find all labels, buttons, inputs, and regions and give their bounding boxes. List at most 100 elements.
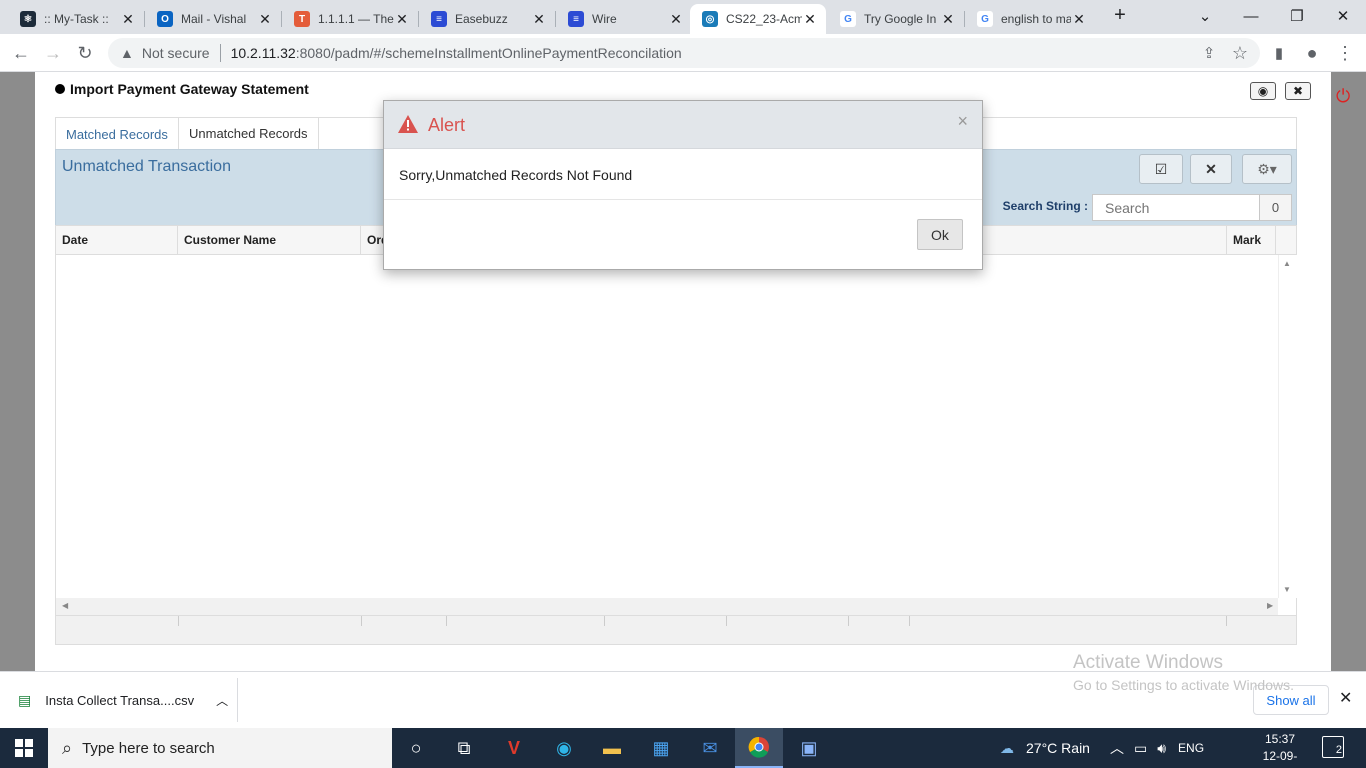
chevron-up-icon[interactable]: ︿ xyxy=(1110,738,1124,758)
scroll-left-icon[interactable]: ◀ xyxy=(62,601,68,610)
system-tray: ☁ 27°C Rain ︿ ▭ 🔊︎ ENG xyxy=(1000,728,1204,768)
browser-tab-active[interactable]: ◎ CS22_23-Acm ✕ xyxy=(690,4,826,34)
side-panel-icon[interactable]: ▮ xyxy=(1264,38,1294,68)
profile-avatar-icon[interactable]: ● xyxy=(1297,38,1327,68)
csv-file-icon: ▤ xyxy=(18,691,32,708)
google-icon: G xyxy=(840,11,856,27)
check-button[interactable]: ☑ xyxy=(1139,154,1183,184)
close-icon[interactable]: ✕ xyxy=(531,11,547,28)
clock[interactable]: 15:37 12-09-2022 xyxy=(1250,731,1310,768)
outlook-icon: O xyxy=(157,11,173,27)
wire-icon: ≡ xyxy=(568,11,584,27)
chrome-icon[interactable] xyxy=(735,728,783,768)
alert-title: Alert xyxy=(428,115,466,135)
language-indicator[interactable]: ENG xyxy=(1178,741,1204,755)
volume-icon[interactable]: 🔊︎ xyxy=(1157,740,1166,757)
close-icon[interactable]: ✕ xyxy=(1071,11,1087,28)
activate-windows-watermark: Activate Windows Go to Settings to activ… xyxy=(1073,652,1294,693)
horizontal-scrollbar[interactable]: ◀ ▶ xyxy=(56,598,1278,615)
search-input[interactable] xyxy=(1092,194,1260,221)
mail-icon[interactable]: ✉ xyxy=(686,728,734,768)
search-count: 0 xyxy=(1259,194,1292,221)
grid-footer xyxy=(55,615,1297,645)
weather-icon: ☁ xyxy=(1000,739,1014,756)
browser-toolbar: ← → ↻ ▲ Not secure 10.2.11.32:8080/padm/… xyxy=(0,34,1366,72)
notification-center-icon[interactable]: 2 xyxy=(1322,736,1344,758)
network-icon[interactable]: ▭ xyxy=(1134,740,1147,757)
weather-text[interactable]: 27°C Rain xyxy=(1026,740,1090,756)
window-close-button[interactable]: ✕ xyxy=(1320,0,1366,32)
browser-tab[interactable]: ⚛ :: My-Task :: ✕ xyxy=(8,4,144,34)
tab-unmatched-records[interactable]: Unmatched Records xyxy=(178,117,319,150)
browser-tab[interactable]: G Try Google In ✕ xyxy=(828,4,964,34)
scroll-down-icon[interactable]: ▼ xyxy=(1283,585,1291,594)
ok-button[interactable]: Ok xyxy=(917,219,963,250)
edge-icon[interactable]: ◉ xyxy=(540,728,588,768)
new-tab-button[interactable]: + xyxy=(1108,4,1132,30)
react-icon: ⚛ xyxy=(20,11,36,27)
modal-title: Import Payment Gateway Statement xyxy=(55,81,309,97)
close-icon[interactable]: ✕ xyxy=(257,11,273,28)
column-customer-name[interactable]: Customer Name xyxy=(178,226,361,254)
scroll-up-icon[interactable]: ▲ xyxy=(1283,259,1291,268)
close-icon[interactable]: ✕ xyxy=(668,11,684,28)
not-secure-label: Not secure xyxy=(141,45,210,61)
url-path: :8080/padm/#/schemeInstallmentOnlinePaym… xyxy=(295,45,682,61)
browser-tab[interactable]: G english to ma ✕ xyxy=(965,4,1095,34)
alert-close-icon[interactable]: × xyxy=(957,111,968,132)
clear-button[interactable]: ✕ xyxy=(1190,154,1232,184)
scroll-right-icon[interactable]: ▶ xyxy=(1267,601,1273,610)
close-icon[interactable]: ✕ xyxy=(394,11,410,28)
alert-dialog: Alert × Sorry,Unmatched Records Not Foun… xyxy=(383,100,983,270)
close-icon[interactable]: ✕ xyxy=(940,11,956,28)
file-explorer-icon[interactable]: ▬ xyxy=(588,728,636,768)
restore-button[interactable]: ❐ xyxy=(1274,0,1320,32)
browser-tab-strip: ⚛ :: My-Task :: ✕ O Mail - Vishal ✕ T 1.… xyxy=(0,0,1366,34)
forward-icon[interactable]: → xyxy=(38,38,68,68)
calendar-app-icon[interactable]: ▣ xyxy=(785,728,833,768)
chevron-up-icon[interactable]: ︿ xyxy=(216,692,228,709)
task-view-icon[interactable]: ⧉ xyxy=(440,728,488,768)
store-icon[interactable]: ▦ xyxy=(637,728,685,768)
panel-title: Unmatched Transaction xyxy=(62,158,231,175)
divider xyxy=(384,199,982,200)
share-icon[interactable]: ⇪ xyxy=(1194,38,1224,68)
app-icon: ◎ xyxy=(702,11,718,27)
menu-icon[interactable]: ⋮ xyxy=(1330,38,1360,68)
taskbar-search[interactable]: ⌕ Type here to search xyxy=(48,728,392,768)
back-icon[interactable]: ← xyxy=(6,38,36,68)
reload-icon[interactable]: ↻ xyxy=(70,38,100,68)
browser-tab[interactable]: T 1.1.1.1 — The ✕ xyxy=(282,4,418,34)
grid-body xyxy=(55,255,1297,615)
browser-tab[interactable]: ≡ Easebuzz ✕ xyxy=(419,4,555,34)
cortana-icon[interactable]: ○ xyxy=(392,728,440,768)
alert-header: Alert × xyxy=(384,101,982,149)
tab-matched-records[interactable]: Matched Records xyxy=(56,118,178,151)
bookmark-star-icon[interactable]: ☆ xyxy=(1225,38,1255,68)
close-icon[interactable]: ✕ xyxy=(120,11,136,28)
modal-close-button[interactable]: ✖ xyxy=(1285,82,1311,100)
tab-search-icon[interactable]: ⌄ xyxy=(1182,0,1228,32)
hide-eye-icon[interactable]: ◉ xyxy=(1250,82,1276,100)
app-v-icon[interactable]: V xyxy=(490,728,538,768)
browser-tab[interactable]: ≡ Wire ✕ xyxy=(556,4,692,34)
settings-gear-icon[interactable]: ⚙▾ xyxy=(1242,154,1292,184)
shelf-close-icon[interactable]: ✕ xyxy=(1339,688,1352,708)
search-label: Search String : xyxy=(1002,199,1088,213)
taskbar: ⌕ Type here to search ○ ⧉ V ◉ ▬ ▦ ✉ ▣ ☁ … xyxy=(0,728,1366,768)
alert-message: Sorry,Unmatched Records Not Found xyxy=(399,167,633,183)
warning-icon: ▲ xyxy=(120,45,134,61)
address-bar[interactable]: ▲ Not secure 10.2.11.32:8080/padm/#/sche… xyxy=(108,38,1260,68)
column-mark[interactable]: Mark xyxy=(1226,226,1276,254)
windows-start-icon[interactable] xyxy=(0,728,48,768)
vertical-scrollbar[interactable]: ▲ ▼ xyxy=(1278,255,1297,598)
browser-tab[interactable]: O Mail - Vishal ✕ xyxy=(145,4,281,34)
minimize-button[interactable]: — xyxy=(1228,0,1274,32)
close-icon[interactable]: ✕ xyxy=(802,11,818,28)
search-icon: ⌕ xyxy=(62,737,73,758)
column-date[interactable]: Date xyxy=(56,226,178,254)
warning-triangle-icon xyxy=(398,115,418,133)
url-host: 10.2.11.32 xyxy=(230,45,296,61)
download-item[interactable]: ▤ Insta Collect Transa....csv ︿ xyxy=(18,682,228,718)
power-icon: ⏻ xyxy=(1336,86,1351,106)
